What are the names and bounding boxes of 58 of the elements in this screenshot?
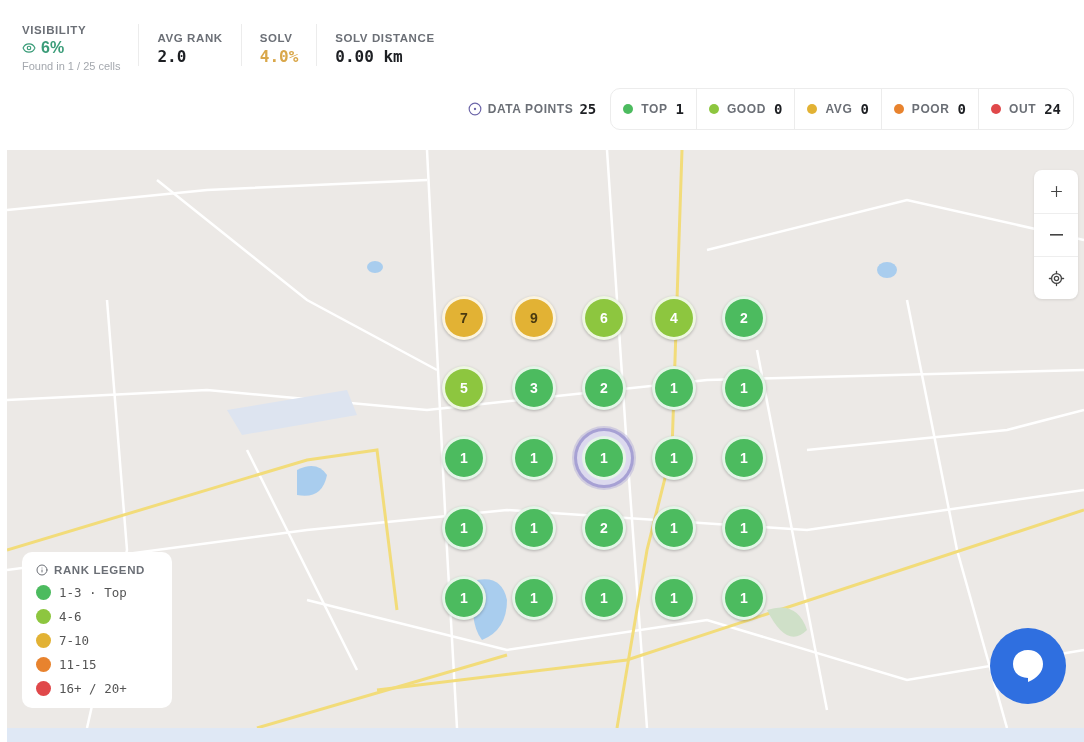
rank-marker[interactable]: 1	[722, 436, 766, 480]
rank-marker[interactable]: 1	[652, 436, 696, 480]
legend-label: 7-10	[59, 633, 90, 648]
rank-marker[interactable]: 1	[722, 366, 766, 410]
rank-marker[interactable]: 3	[512, 366, 556, 410]
rank-marker[interactable]: 1	[442, 576, 486, 620]
rank-marker[interactable]: 2	[582, 366, 626, 410]
stat-value: 0.00 km	[335, 47, 403, 66]
data-points-count: 25	[579, 101, 597, 117]
bucket-label: POOR	[911, 102, 950, 116]
rank-marker[interactable]: 4	[652, 296, 696, 340]
data-points-label: DATA POINTS	[487, 102, 574, 116]
legend-label: 4-6	[59, 609, 82, 624]
legend-title: RANK LEGEND	[54, 564, 145, 576]
minus-icon	[1049, 234, 1063, 236]
info-icon	[36, 564, 48, 576]
stat-label: VISIBILITY	[22, 24, 88, 36]
speech-bubble-icon	[1011, 648, 1045, 684]
rank-marker[interactable]: 1	[442, 436, 486, 480]
rank-marker[interactable]: 1	[512, 436, 556, 480]
crosshair-icon	[1047, 269, 1065, 287]
bucket-count: 24	[1044, 101, 1061, 117]
map[interactable]: 7 9 6 4 2 5 3 2 1 1 1 1 1 1 1 1 1 2 1 1 1 1 1 1 1 RANK LEGEND 1-3 · Top 4-6 7-10 11-15 16+ / 20+	[7, 150, 1084, 728]
rank-marker[interactable]: 7	[442, 296, 486, 340]
legend-label: 16+ / 20+	[59, 681, 127, 696]
rank-marker[interactable]: 1	[652, 506, 696, 550]
stat-label: SOLV DISTANCE	[335, 32, 435, 44]
bucket-label: OUT	[1009, 102, 1037, 116]
rank-marker[interactable]: 1	[512, 576, 556, 620]
rank-marker[interactable]: 1	[442, 506, 486, 550]
rank-marker[interactable]: 9	[512, 296, 556, 340]
legend-label: 11-15	[59, 657, 97, 672]
bucket-count: 0	[774, 101, 783, 117]
bucket-label: GOOD	[726, 102, 766, 116]
rank-marker[interactable]: 2	[582, 506, 626, 550]
rank-marker[interactable]: 1	[582, 576, 626, 620]
rank-marker[interactable]: 1	[652, 576, 696, 620]
bucket-count: 0	[860, 101, 869, 117]
rank-marker[interactable]: 1	[722, 576, 766, 620]
rank-marker[interactable]: 1	[652, 366, 696, 410]
stat-value: 2.0	[157, 47, 187, 66]
stat-label: AVG RANK	[157, 32, 223, 44]
legend-label: 1-3 · Top	[59, 585, 127, 600]
rank-marker[interactable]: 2	[722, 296, 766, 340]
rank-marker[interactable]: 1	[512, 506, 556, 550]
bucket-count: 1	[675, 101, 684, 117]
stat-value: 6%	[41, 39, 65, 57]
rank-marker[interactable]: 5	[442, 366, 486, 410]
stat-value: 4.0%	[259, 47, 299, 66]
bucket-label: TOP	[641, 102, 668, 116]
bucket-label: AVG	[825, 102, 853, 116]
stat-note: Found in 1 / 25 cells	[22, 60, 121, 72]
rank-marker[interactable]: 6	[582, 296, 626, 340]
bucket-count: 0	[957, 101, 966, 117]
target-icon	[467, 102, 482, 116]
stat-label: SOLV	[259, 32, 294, 44]
rank-marker[interactable]: 1	[722, 506, 766, 550]
eye-icon	[22, 41, 36, 55]
